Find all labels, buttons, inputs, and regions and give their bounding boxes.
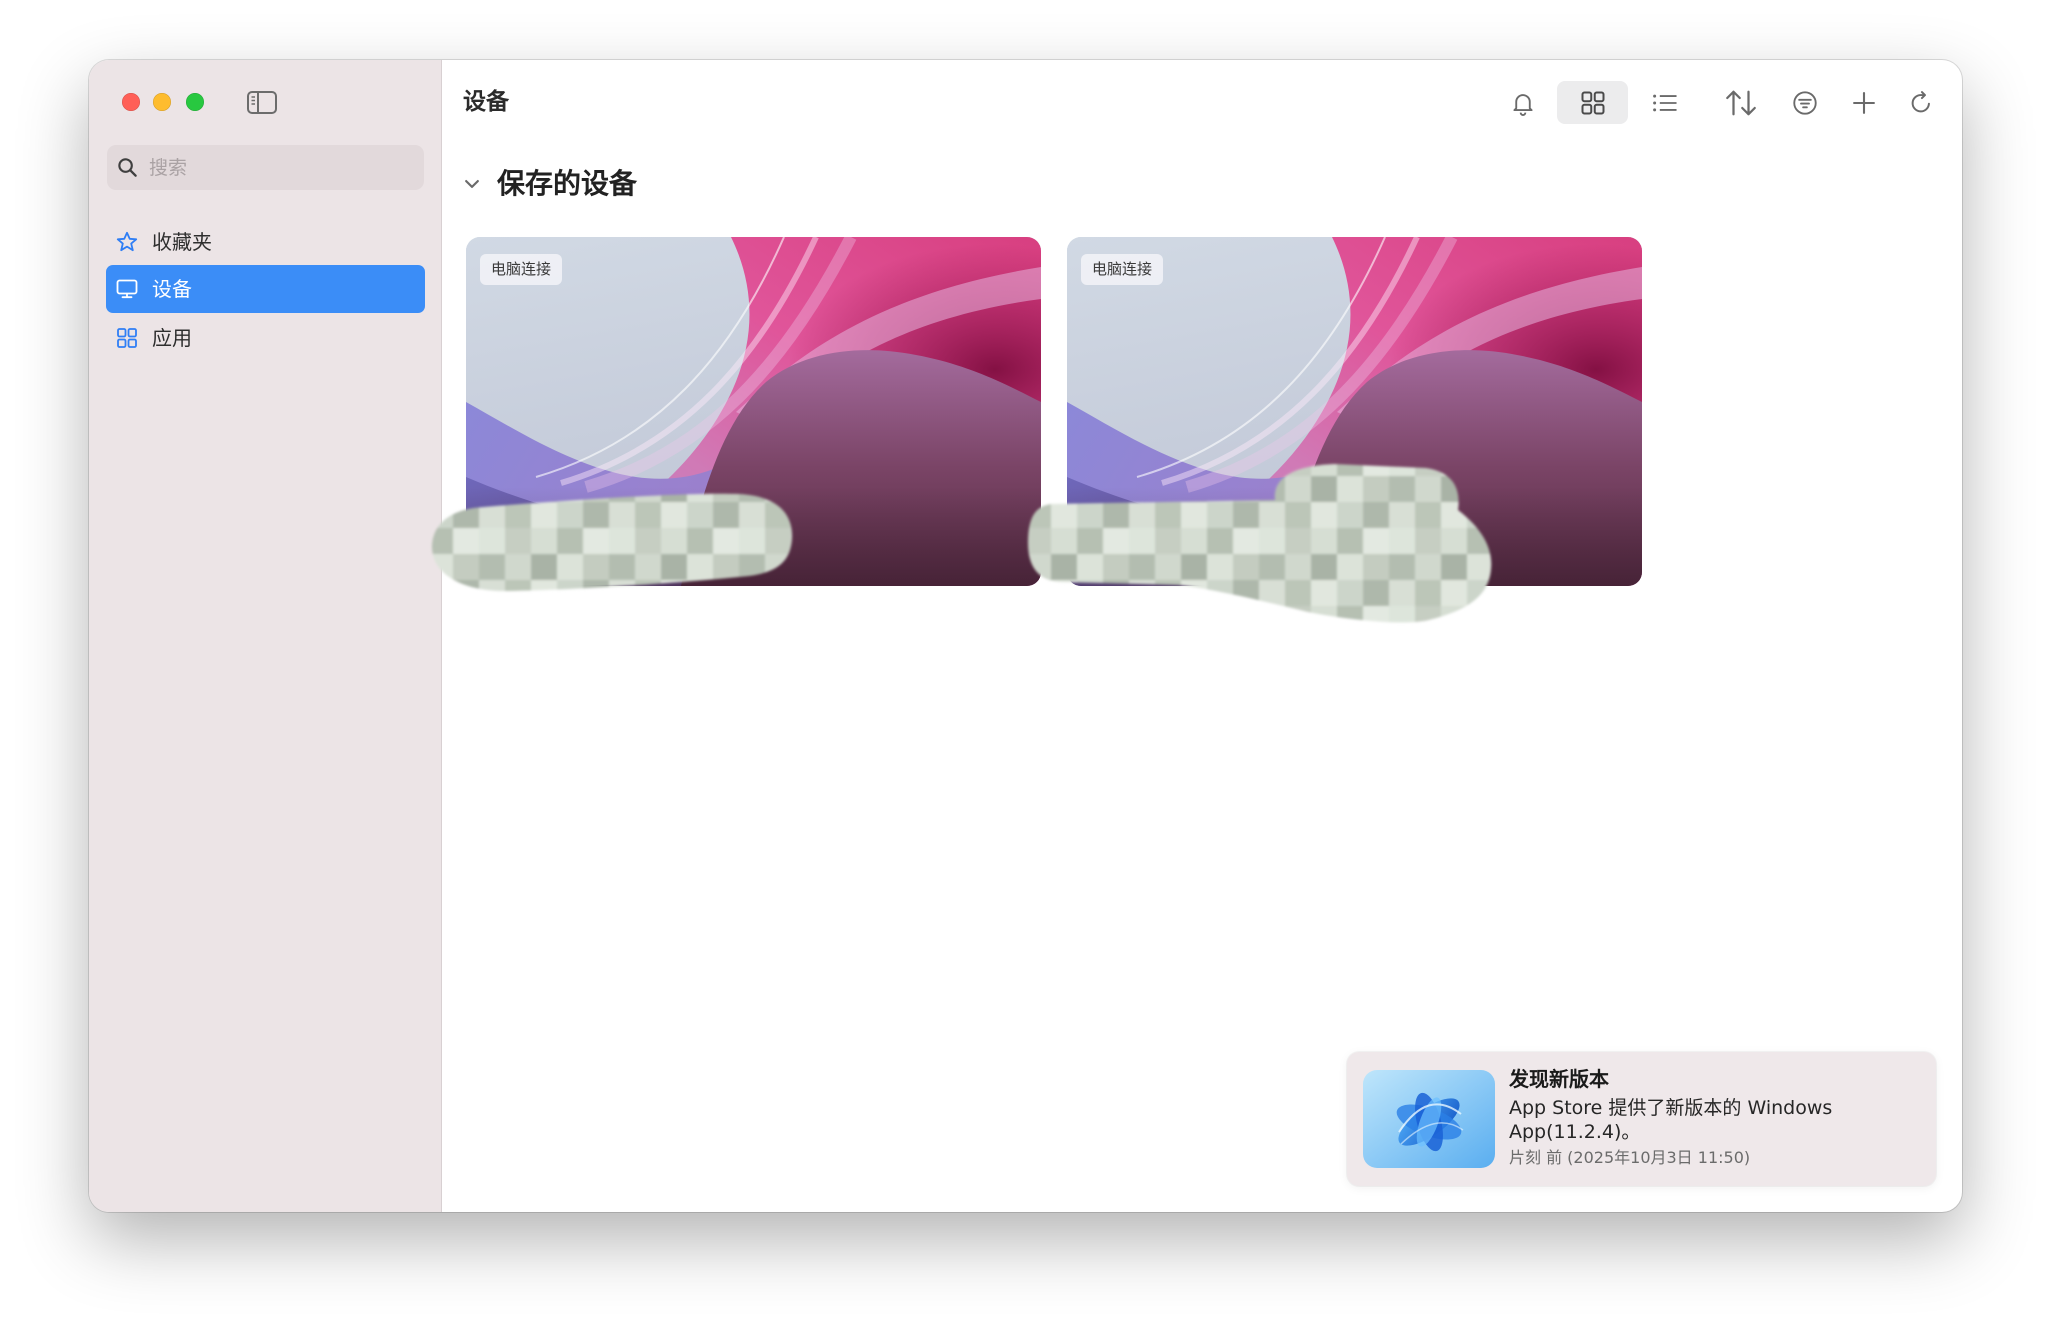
main-content: 设备 保存的设备 电脑连接 电脑连接 xyxy=(442,60,1962,1212)
device-thumbnail-wallpaper xyxy=(1067,237,1642,586)
sidebar-item-favorites[interactable]: 收藏夹 xyxy=(106,218,425,266)
list-view-button[interactable] xyxy=(1643,81,1687,124)
connection-type-badge: 电脑连接 xyxy=(1081,254,1164,285)
close-button[interactable] xyxy=(122,93,140,111)
notification-timestamp: 片刻 前 (2025年10月3日 11:50) xyxy=(1509,1148,1751,1167)
device-thumbnail-wallpaper xyxy=(466,237,1041,586)
connection-type-badge: 电脑连接 xyxy=(480,254,563,285)
device-card[interactable]: 电脑连接 xyxy=(466,237,1041,586)
bell-icon xyxy=(1513,93,1533,116)
device-card[interactable]: 电脑连接 xyxy=(1067,237,1642,586)
page-title: 设备 xyxy=(463,89,509,115)
filter-button[interactable] xyxy=(1783,81,1827,124)
notifications-button[interactable] xyxy=(1501,81,1545,124)
section-title[interactable]: 保存的设备 xyxy=(497,167,637,201)
list-view-icon xyxy=(1653,94,1677,111)
sidebar: 收藏夹 设备 应用 xyxy=(89,60,442,1212)
sort-button[interactable] xyxy=(1719,81,1763,124)
grid-view-button[interactable] xyxy=(1557,81,1628,124)
search-icon xyxy=(118,158,137,177)
add-button[interactable] xyxy=(1842,81,1886,124)
star-icon xyxy=(116,231,138,252)
search-box[interactable] xyxy=(107,145,424,190)
apps-grid-icon xyxy=(117,328,137,348)
sidebar-item-devices[interactable]: 设备 xyxy=(106,265,425,313)
notification-body: App Store 提供了新版本的 Windows App(11.2.4)。 xyxy=(1509,1097,1833,1143)
monitor-icon xyxy=(116,279,138,299)
sidebar-left-icon xyxy=(247,90,277,114)
sort-icon xyxy=(1726,90,1756,115)
update-notification[interactable]: 发现新版本 App Store 提供了新版本的 Windows App(11.2… xyxy=(1347,1052,1936,1186)
sidebar-item-label: 应用 xyxy=(152,326,192,350)
refresh-icon xyxy=(1911,90,1930,112)
sidebar-item-label: 设备 xyxy=(152,277,192,301)
app-window: 收藏夹 设备 应用 设备 xyxy=(89,60,1962,1212)
plus-icon xyxy=(1853,91,1875,114)
sidebar-item-label: 收藏夹 xyxy=(152,230,212,254)
chevron-down-icon[interactable] xyxy=(462,174,482,194)
sidebar-toggle-button[interactable] xyxy=(245,88,279,116)
windows-app-icon xyxy=(1363,1070,1495,1168)
filter-icon xyxy=(1793,90,1817,115)
sidebar-item-apps[interactable]: 应用 xyxy=(106,314,425,362)
refresh-button[interactable] xyxy=(1899,81,1943,124)
grid-view-icon xyxy=(1581,91,1604,114)
search-input[interactable] xyxy=(149,145,409,190)
notification-title: 发现新版本 xyxy=(1509,1067,1609,1091)
minimize-button[interactable] xyxy=(153,93,171,111)
notification-text: 发现新版本 App Store 提供了新版本的 Windows App(11.2… xyxy=(1509,1066,1899,1169)
zoom-button[interactable] xyxy=(186,93,204,111)
